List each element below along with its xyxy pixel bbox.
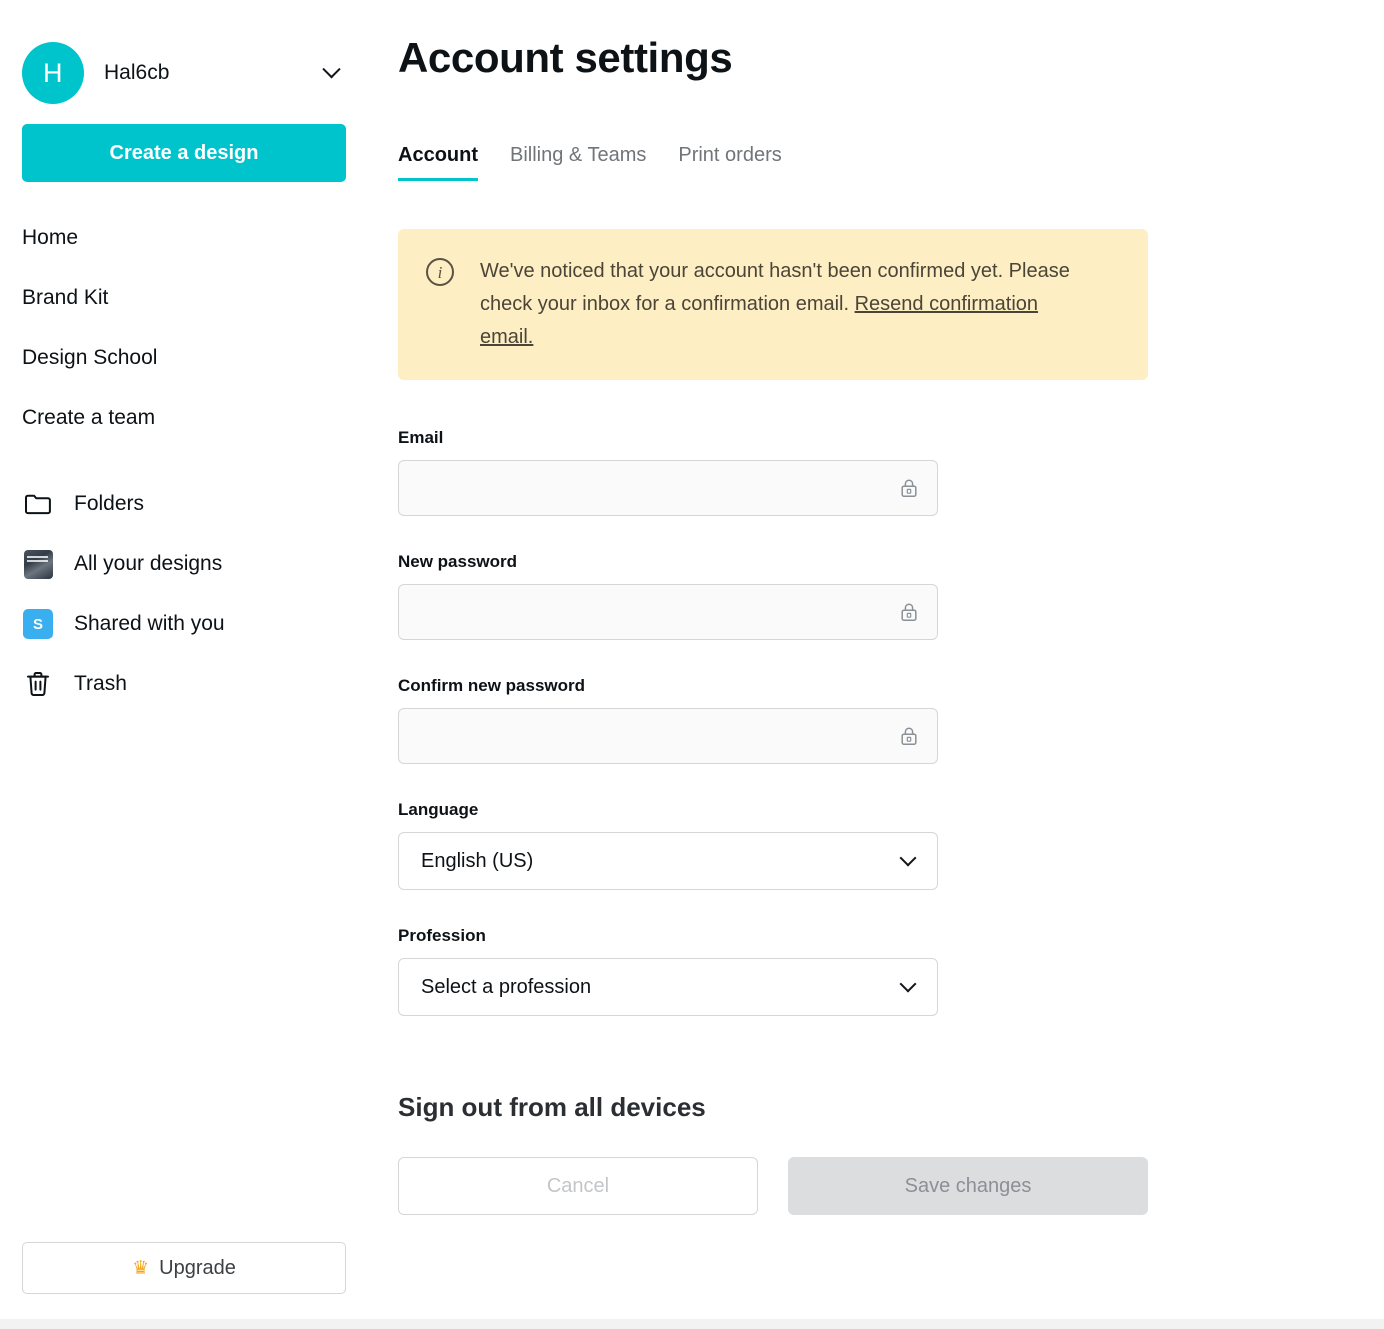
shared-s-icon: S xyxy=(22,608,54,640)
sign-out-section-title: Sign out from all devices xyxy=(368,1092,1384,1123)
shared-badge-letter: S xyxy=(23,609,53,639)
new-password-field-group: New password xyxy=(398,552,1384,640)
tab-billing-and-teams[interactable]: Billing & Teams xyxy=(510,144,646,181)
language-field-group: Language English (US) xyxy=(398,800,1384,890)
crown-icon: ♛ xyxy=(132,1259,149,1278)
new-password-label: New password xyxy=(398,552,1384,572)
secondary-nav: Folders All your designs S Shared with y… xyxy=(0,474,368,714)
user-name: Hal6cb xyxy=(104,61,318,85)
cancel-button[interactable]: Cancel xyxy=(398,1157,758,1215)
banner-text: We've noticed that your account hasn't b… xyxy=(480,255,1080,354)
confirm-password-label: Confirm new password xyxy=(398,676,1384,696)
sidebar-item-label: Trash xyxy=(74,672,127,696)
sidebar-item-shared-with-you[interactable]: S Shared with you xyxy=(22,594,346,654)
trash-icon xyxy=(22,668,54,700)
profession-select[interactable]: Select a profession xyxy=(398,958,938,1016)
confirm-password-input-wrap xyxy=(398,708,938,764)
design-thumbnail-icon xyxy=(22,548,54,580)
email-input-wrap xyxy=(398,460,938,516)
tab-bar: Account Billing & Teams Print orders xyxy=(368,144,1384,181)
folder-icon xyxy=(22,488,54,520)
sidebar-item-label: Folders xyxy=(74,492,144,516)
profession-label: Profession xyxy=(398,926,1384,946)
create-a-design-button[interactable]: Create a design xyxy=(22,124,346,182)
primary-nav: Home Brand Kit Design School Create a te… xyxy=(0,208,368,448)
email-field-group: Email xyxy=(398,428,1384,516)
save-changes-button[interactable]: Save changes xyxy=(788,1157,1148,1215)
form-actions: Cancel Save changes xyxy=(368,1157,1384,1215)
language-select-wrap: English (US) xyxy=(398,832,938,890)
language-select[interactable]: English (US) xyxy=(398,832,938,890)
confirm-password-input[interactable] xyxy=(398,708,938,764)
sidebar-item-design-school[interactable]: Design School xyxy=(22,328,346,388)
sidebar: H Hal6cb Create a design Home Brand Kit … xyxy=(0,0,368,1329)
upgrade-label: Upgrade xyxy=(159,1257,236,1280)
new-password-input-wrap xyxy=(398,584,938,640)
main-content: Account settings Account Billing & Teams… xyxy=(368,0,1384,1329)
sidebar-item-label: Shared with you xyxy=(74,612,225,636)
info-icon: i xyxy=(426,258,454,286)
email-input[interactable] xyxy=(398,460,938,516)
avatar: H xyxy=(22,42,84,104)
sidebar-item-create-a-team[interactable]: Create a team xyxy=(22,388,346,448)
sidebar-item-folders[interactable]: Folders xyxy=(22,474,346,534)
bottom-strip xyxy=(0,1319,1384,1329)
tab-account[interactable]: Account xyxy=(398,144,478,181)
sidebar-item-all-your-designs[interactable]: All your designs xyxy=(22,534,346,594)
sidebar-item-brand-kit[interactable]: Brand Kit xyxy=(22,268,346,328)
account-settings-page: H Hal6cb Create a design Home Brand Kit … xyxy=(0,0,1384,1329)
new-password-input[interactable] xyxy=(398,584,938,640)
chevron-down-icon[interactable] xyxy=(318,60,344,86)
profession-select-wrap: Select a profession xyxy=(398,958,938,1016)
sidebar-item-home[interactable]: Home xyxy=(22,208,346,268)
profession-field-group: Profession Select a profession xyxy=(398,926,1384,1016)
tab-print-orders[interactable]: Print orders xyxy=(678,144,781,181)
sidebar-item-trash[interactable]: Trash xyxy=(22,654,346,714)
upgrade-button[interactable]: ♛ Upgrade xyxy=(22,1242,346,1294)
email-label: Email xyxy=(398,428,1384,448)
account-form: Email New password xyxy=(368,428,1384,1016)
language-label: Language xyxy=(398,800,1384,820)
page-title: Account settings xyxy=(368,34,1384,82)
sidebar-item-label: All your designs xyxy=(74,552,222,576)
user-menu[interactable]: H Hal6cb xyxy=(0,38,368,108)
account-confirmation-banner: i We've noticed that your account hasn't… xyxy=(398,229,1148,380)
confirm-password-field-group: Confirm new password xyxy=(398,676,1384,764)
